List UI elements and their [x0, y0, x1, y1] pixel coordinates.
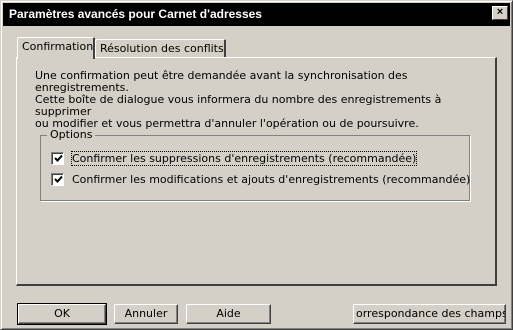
description-text: Une confirmation peut être demandée avan… [35, 69, 442, 130]
options-group: Options Confirmer les suppressions d'enr… [40, 128, 470, 201]
help-button[interactable]: Aide [186, 304, 271, 324]
dialog-window: Paramètres avancés pour Carnet d'adresse… [0, 0, 513, 330]
field-mapping-button[interactable]: orrespondance des champs. [353, 304, 506, 324]
title-bar[interactable]: Paramètres avancés pour Carnet d'adresse… [3, 3, 510, 26]
confirm-deletions-checkbox[interactable] [51, 152, 64, 165]
close-icon: × [496, 6, 504, 18]
close-button[interactable]: × [492, 6, 508, 20]
tab-conflict-resolution[interactable]: Résolution des conflits [95, 39, 226, 59]
confirm-modifications-checkbox[interactable] [51, 173, 64, 186]
cancel-button[interactable]: Annuler [114, 304, 178, 324]
checkmark-icon [54, 175, 63, 183]
confirm-deletions-label[interactable]: Confirmer les suppressions d'enregistrem… [70, 151, 418, 166]
checkmark-icon [54, 154, 63, 162]
ok-button[interactable]: OK [17, 303, 107, 325]
confirm-modifications-label[interactable]: Confirmer les modifications et ajouts d'… [72, 173, 470, 186]
options-group-label: Options [47, 128, 96, 141]
tab-confirmation[interactable]: Confirmation [17, 37, 95, 59]
tab-panel-confirmation: Une confirmation peut être demandée avan… [16, 57, 497, 286]
window-title: Paramètres avancés pour Carnet d'adresse… [9, 7, 262, 21]
